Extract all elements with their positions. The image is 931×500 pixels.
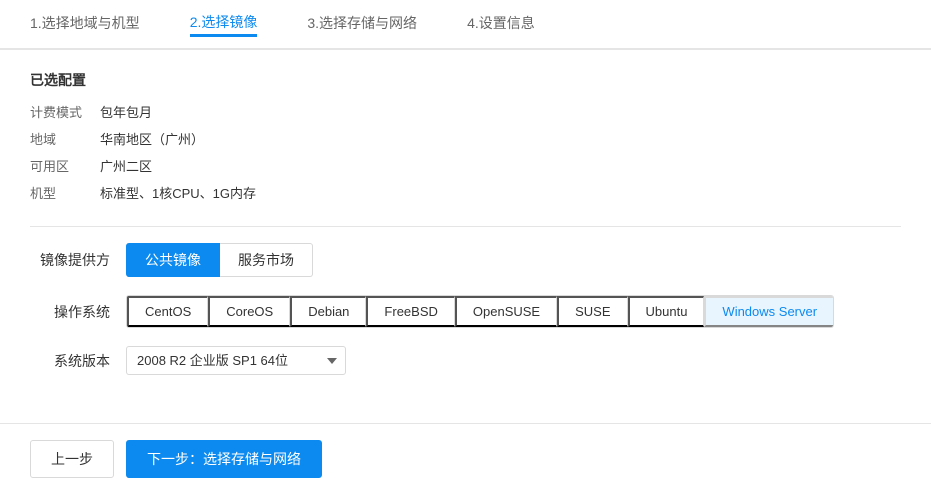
- step-2[interactable]: 2.选择镜像: [190, 12, 258, 37]
- config-label-billing: 计费模式: [30, 102, 100, 121]
- config-row-region: 地域 华南地区（广州）: [30, 129, 901, 148]
- bottom-actions: 上一步 下一步：选择存储与网络: [0, 423, 931, 494]
- version-row: 系统版本 2008 R2 企业版 SP1 64位 2012 R2 数据中心版 6…: [30, 346, 901, 375]
- version-select[interactable]: 2008 R2 企业版 SP1 64位 2012 R2 数据中心版 64位 20…: [126, 346, 346, 375]
- provider-btn-market[interactable]: 服务市场: [220, 243, 313, 277]
- config-title: 已选配置: [30, 70, 901, 90]
- os-tab-suse[interactable]: SUSE: [557, 296, 627, 327]
- os-tabs: CentOS CoreOS Debian FreeBSD OpenSUSE SU…: [126, 295, 834, 328]
- step-1[interactable]: 1.选择地域与机型: [30, 13, 140, 35]
- config-row-billing: 计费模式 包年包月: [30, 102, 901, 121]
- config-value-type: 标准型、1核CPU、1G内存: [100, 183, 256, 202]
- step-4[interactable]: 4.设置信息: [467, 13, 535, 35]
- config-label-type: 机型: [30, 183, 100, 202]
- os-tab-coreos[interactable]: CoreOS: [208, 296, 290, 327]
- config-label-region: 地域: [30, 129, 100, 148]
- version-label: 系统版本: [30, 351, 110, 371]
- main-content: 已选配置 计费模式 包年包月 地域 华南地区（广州） 可用区 广州二区 机型 标…: [0, 50, 931, 413]
- config-value-billing: 包年包月: [100, 102, 152, 121]
- divider: [30, 226, 901, 227]
- os-label: 操作系统: [30, 302, 110, 322]
- config-section: 已选配置 计费模式 包年包月 地域 华南地区（广州） 可用区 广州二区 机型 标…: [30, 70, 901, 202]
- config-row-zone: 可用区 广州二区: [30, 156, 901, 175]
- provider-row: 镜像提供方 公共镜像 服务市场: [30, 243, 901, 277]
- config-value-zone: 广州二区: [100, 156, 152, 175]
- provider-buttons: 公共镜像 服务市场: [126, 243, 313, 277]
- step-4-label: 4.设置信息: [467, 13, 535, 33]
- next-button[interactable]: 下一步：选择存储与网络: [126, 440, 322, 478]
- step-2-label: 2.选择镜像: [190, 12, 258, 32]
- prev-button[interactable]: 上一步: [30, 440, 114, 478]
- steps-header: 1.选择地域与机型 2.选择镜像 3.选择存储与网络 4.设置信息: [0, 0, 931, 50]
- config-label-zone: 可用区: [30, 156, 100, 175]
- provider-btn-public[interactable]: 公共镜像: [126, 243, 220, 277]
- step-3[interactable]: 3.选择存储与网络: [307, 13, 417, 35]
- os-tab-debian[interactable]: Debian: [290, 296, 366, 327]
- os-tab-freebsd[interactable]: FreeBSD: [366, 296, 454, 327]
- os-tab-ubuntu[interactable]: Ubuntu: [628, 296, 705, 327]
- os-tab-centos[interactable]: CentOS: [127, 296, 208, 327]
- step-3-label: 3.选择存储与网络: [307, 13, 417, 33]
- step-1-label: 1.选择地域与机型: [30, 13, 140, 33]
- config-value-region: 华南地区（广州）: [100, 129, 204, 148]
- config-row-type: 机型 标准型、1核CPU、1G内存: [30, 183, 901, 202]
- os-row: 操作系统 CentOS CoreOS Debian FreeBSD OpenSU…: [30, 295, 901, 328]
- os-tab-opensuse[interactable]: OpenSUSE: [455, 296, 557, 327]
- os-tab-windows[interactable]: Windows Server: [704, 296, 833, 327]
- provider-label: 镜像提供方: [30, 250, 110, 270]
